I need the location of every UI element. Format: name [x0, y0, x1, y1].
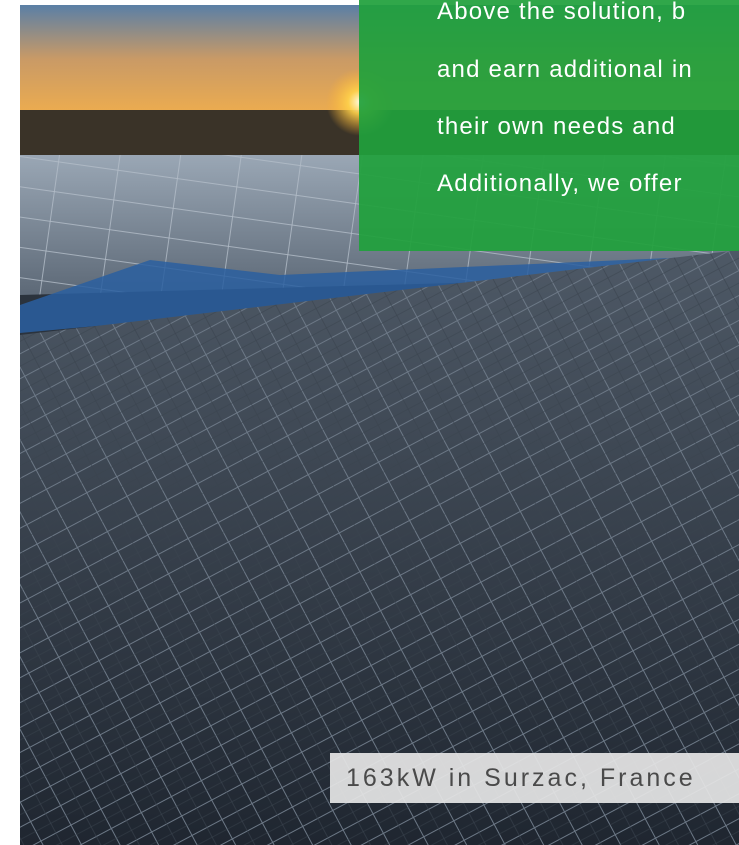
panel-text-line-3: their own needs and: [437, 113, 676, 140]
info-overlay-panel: Above the solution, b and earn additiona…: [359, 0, 739, 251]
panel-text-line-4: Additionally, we offer: [437, 170, 683, 197]
panel-text-line-1: Above the solution, b: [437, 0, 687, 25]
panel-text-line-2: and earn additional in: [437, 56, 693, 83]
image-caption: 163kW in Surzac, France: [330, 753, 739, 803]
caption-text: 163kW in Surzac, France: [346, 764, 696, 792]
